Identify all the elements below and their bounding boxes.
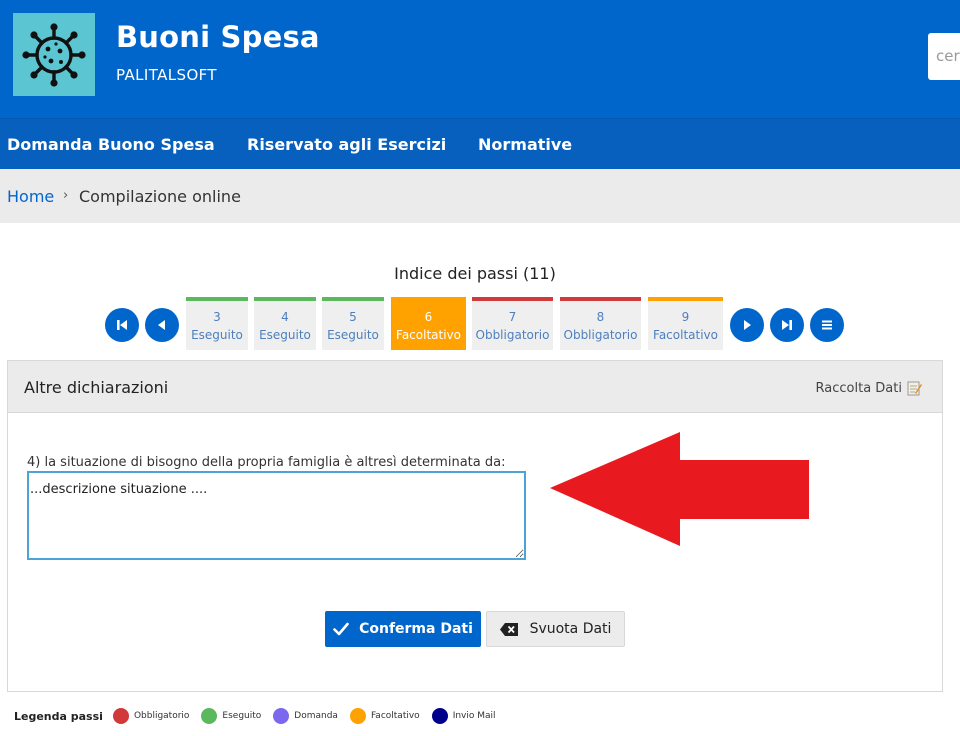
virus-icon: [22, 22, 86, 87]
nav-item-normative[interactable]: Normative: [478, 135, 572, 154]
step-label: Facoltativo: [653, 328, 718, 342]
checkmark-icon: [333, 622, 349, 636]
step-7[interactable]: 7 Obbligatorio: [472, 297, 553, 350]
step-status-bar: [648, 297, 723, 301]
steps-legend: Legenda passi Obbligatorio Eseguito Doma…: [14, 706, 508, 726]
step-number: 7: [508, 310, 517, 324]
step-status-bar: [254, 297, 316, 301]
legend-label: Facoltativo: [370, 711, 420, 721]
previous-step-button[interactable]: [145, 308, 179, 342]
first-step-button[interactable]: [105, 308, 139, 342]
step-5[interactable]: 5 Eseguito: [322, 297, 384, 350]
skip-first-icon: [117, 320, 127, 330]
step-6-current[interactable]: 6 Facoltativo: [391, 297, 466, 350]
step-number: 8: [596, 310, 605, 324]
legend-dot-facoltativo: [349, 708, 366, 724]
caret-left-icon: [158, 320, 165, 330]
situation-description-textarea[interactable]: ...descrizione situazione ....: [27, 471, 526, 560]
next-step-button[interactable]: [730, 308, 764, 342]
confirm-data-button[interactable]: Conferma Dati: [325, 611, 481, 647]
site-header: Buoni Spesa PALITALSOFT cer: [0, 0, 960, 118]
question-label: 4) la situazione di bisogno della propri…: [27, 455, 506, 470]
step-label: Obbligatorio: [563, 328, 638, 342]
clear-data-label: Svuota Dati: [529, 621, 612, 637]
step-status-bar: [472, 297, 553, 301]
step-number: 3: [213, 310, 221, 324]
legend-label: Domanda: [294, 711, 338, 721]
legend-dot-obbligatorio: [112, 708, 129, 724]
step-8[interactable]: 8 Obbligatorio: [560, 297, 641, 350]
nav-item-riservato-esercizi[interactable]: Riservato agli Esercizi: [247, 135, 446, 154]
step-label: Obbligatorio: [475, 328, 550, 342]
legend-title: Legenda passi: [14, 709, 103, 723]
panel-title: Altre dichiarazioni: [24, 378, 169, 397]
step-status-bar: [391, 297, 466, 301]
steps-menu-button[interactable]: [810, 308, 844, 342]
nav-item-domanda-buono-spesa[interactable]: Domanda Buono Spesa: [7, 135, 215, 154]
breadcrumb-current: Compilazione online: [79, 187, 241, 206]
panel-header: Altre dichiarazioni Raccolta Dati: [8, 361, 942, 413]
last-step-button[interactable]: [770, 308, 804, 342]
legend-label: Eseguito: [222, 711, 262, 721]
data-collection-text: Raccolta Dati: [815, 380, 902, 396]
menu-icon: [822, 320, 832, 330]
site-subtitle: PALITALSOFT: [116, 66, 217, 84]
search-input[interactable]: cer: [928, 33, 960, 80]
legend-dot-invio-mail: [431, 708, 448, 724]
step-4[interactable]: 4 Eseguito: [254, 297, 316, 350]
red-arrow-annotation: [550, 432, 809, 546]
site-logo[interactable]: [13, 13, 95, 96]
legend-label: Invio Mail: [452, 711, 496, 721]
breadcrumb: Home › Compilazione online: [0, 169, 960, 223]
legend-label: Obbligatorio: [133, 711, 190, 721]
legend-dot-domanda: [273, 708, 290, 724]
step-number: 6: [424, 310, 433, 324]
clear-data-button[interactable]: Svuota Dati: [486, 611, 625, 647]
backspace-icon: [499, 622, 518, 636]
breadcrumb-home-link[interactable]: Home: [7, 187, 54, 206]
step-number: 5: [349, 310, 357, 324]
confirm-data-label: Conferma Dati: [359, 621, 473, 637]
notepad-icon: [907, 381, 922, 396]
breadcrumb-separator: ›: [63, 188, 69, 203]
caret-right-icon: [744, 320, 751, 330]
step-number: 4: [281, 310, 289, 324]
step-status-bar: [560, 297, 641, 301]
site-title: Buoni Spesa: [116, 20, 320, 54]
steps-title: Indice dei passi (11): [394, 264, 556, 283]
step-label: Facoltativo: [396, 328, 461, 342]
step-label: Eseguito: [259, 328, 311, 342]
step-label: Eseguito: [327, 328, 379, 342]
step-label: Eseguito: [191, 328, 243, 342]
step-3[interactable]: 3 Eseguito: [186, 297, 248, 350]
step-status-bar: [186, 297, 248, 301]
data-collection-label: Raccolta Dati: [816, 380, 922, 396]
main-navigation: Domanda Buono Spesa Riservato agli Eserc…: [0, 118, 960, 169]
skip-last-icon: [782, 320, 792, 330]
step-status-bar: [322, 297, 384, 301]
legend-dot-eseguito: [201, 708, 218, 724]
step-number: 9: [681, 310, 690, 324]
step-9[interactable]: 9 Facoltativo: [648, 297, 723, 350]
